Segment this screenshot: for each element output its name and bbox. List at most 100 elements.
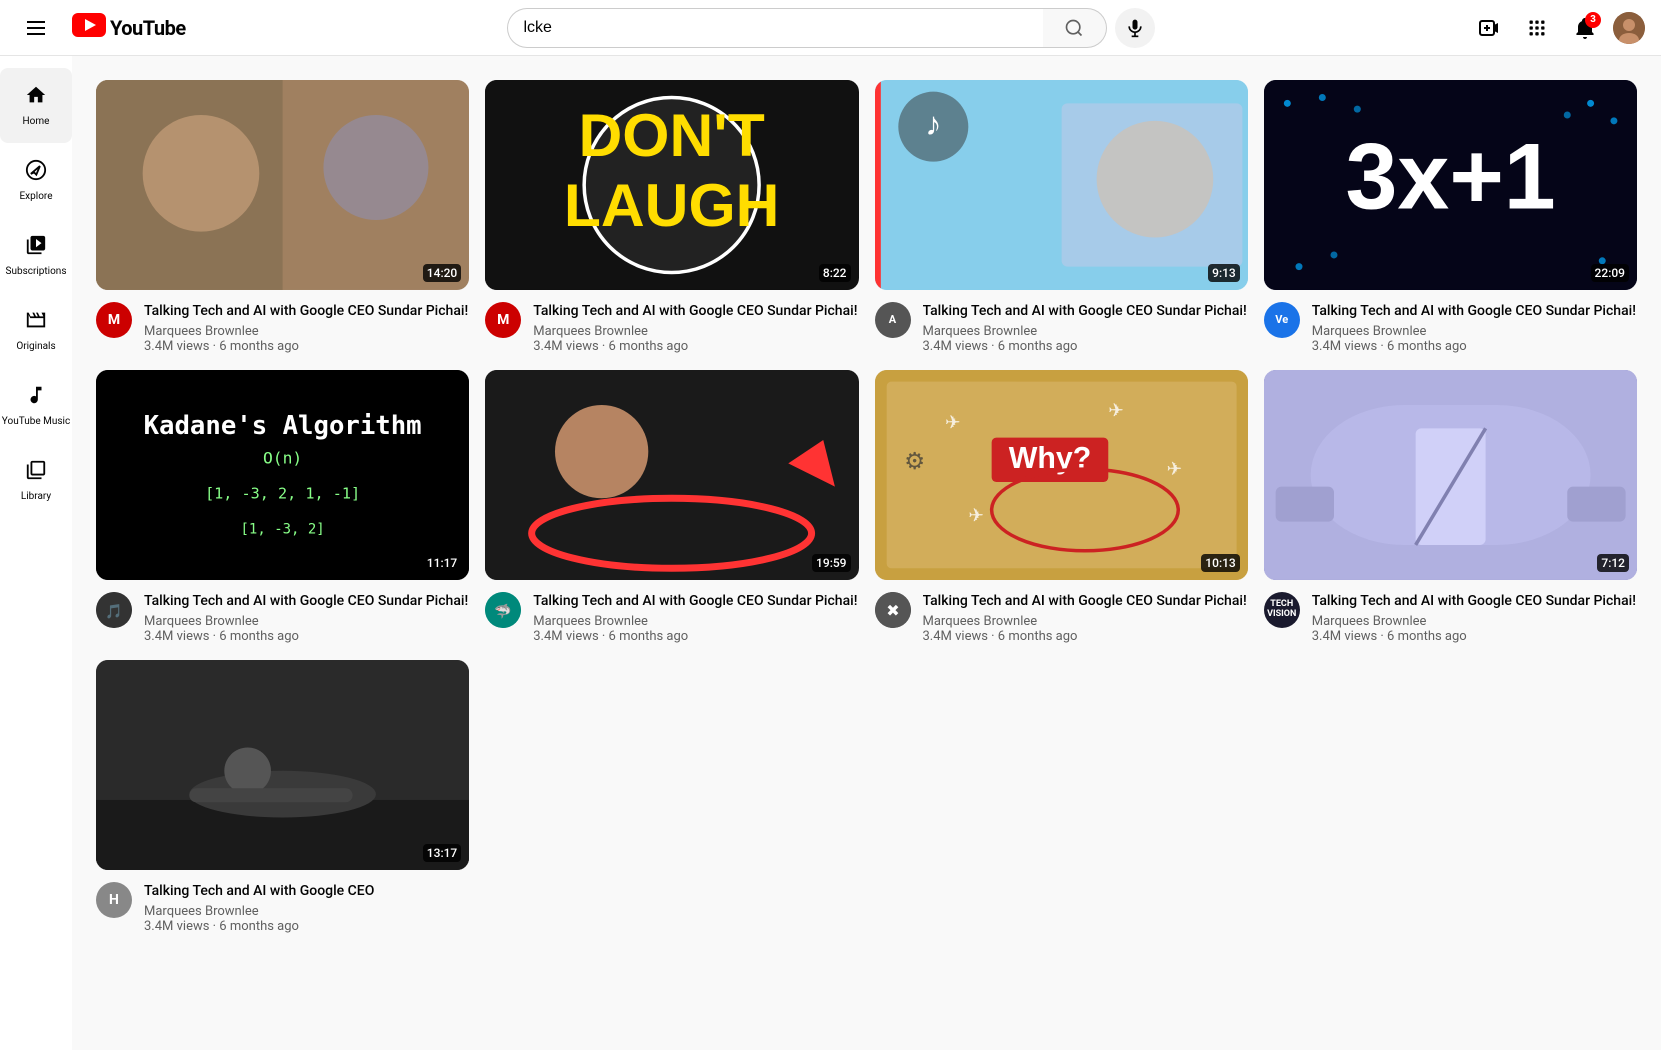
video-title-5: Talking Tech and AI with Google CEO Sund…: [144, 592, 469, 610]
video-stats-4: 3.4M views · 6 months ago: [1312, 339, 1637, 354]
sidebar-item-library[interactable]: Library: [0, 443, 72, 518]
mic-button[interactable]: [1115, 8, 1155, 48]
video-meta-5: Talking Tech and AI with Google CEO Sund…: [144, 592, 469, 644]
video-stats-5: 3.4M views · 6 months ago: [144, 629, 469, 644]
channel-avatar-5: 🎵: [96, 592, 132, 628]
header: YouTube: [0, 0, 1661, 56]
video-card-4[interactable]: 3x+1 22:09: [1264, 80, 1637, 354]
channel-avatar-4: Ve: [1264, 302, 1300, 338]
svg-text:♪: ♪: [925, 105, 941, 143]
video-meta-6: Talking Tech and AI with Google CEO Sund…: [533, 592, 858, 644]
video-info-6: 🦈 Talking Tech and AI with Google CEO Su…: [485, 592, 858, 644]
video-title-6: Talking Tech and AI with Google CEO Sund…: [533, 592, 858, 610]
video-stats-8: 3.4M views · 6 months ago: [1312, 629, 1637, 644]
svg-text:O(n): O(n): [263, 448, 302, 467]
channel-name-6: Marquees Brownlee: [533, 614, 858, 629]
apps-button[interactable]: [1517, 8, 1557, 48]
sidebar-item-subscriptions[interactable]: Subscriptions: [0, 218, 72, 293]
sidebar-subscriptions-label: Subscriptions: [6, 266, 67, 277]
video-info-1: M Talking Tech and AI with Google CEO Su…: [96, 302, 469, 354]
video-grid: 14:20 M Talking Tech and AI with Google …: [96, 80, 1637, 934]
svg-text:[1, -3, 2, 1, -1]: [1, -3, 2, 1, -1]: [205, 484, 360, 502]
video-card-6[interactable]: 19:59 🦈 Talking Tech and AI with Google …: [485, 370, 858, 644]
video-meta-4: Talking Tech and AI with Google CEO Sund…: [1312, 302, 1637, 354]
svg-text:✈: ✈: [1166, 458, 1182, 480]
sidebar-item-explore[interactable]: Explore: [0, 143, 72, 218]
channel-avatar-9: H: [96, 882, 132, 918]
video-meta-7: Talking Tech and AI with Google CEO Sund…: [923, 592, 1248, 644]
channel-name-4: Marquees Brownlee: [1312, 324, 1637, 339]
sidebar-item-originals[interactable]: Originals: [0, 293, 72, 368]
thumbnail-1: 14:20: [96, 80, 469, 290]
channel-name-7: Marquees Brownlee: [923, 614, 1248, 629]
video-meta-1: Talking Tech and AI with Google CEO Sund…: [144, 302, 469, 354]
video-title-4: Talking Tech and AI with Google CEO Sund…: [1312, 302, 1637, 320]
thumbnail-8: 7:12: [1264, 370, 1637, 580]
home-icon: [25, 84, 47, 112]
video-info-4: Ve Talking Tech and AI with Google CEO S…: [1264, 302, 1637, 354]
svg-text:🎵: 🎵: [105, 603, 122, 620]
video-title-3: Talking Tech and AI with Google CEO Sund…: [923, 302, 1248, 320]
svg-text:[1, -3, 2]: [1, -3, 2]: [241, 521, 325, 537]
video-card-1[interactable]: 14:20 M Talking Tech and AI with Google …: [96, 80, 469, 354]
svg-text:3x+1: 3x+1: [1345, 124, 1555, 228]
user-avatar[interactable]: [1613, 12, 1645, 44]
video-title-8: Talking Tech and AI with Google CEO Sund…: [1312, 592, 1637, 610]
svg-text:✈: ✈: [968, 505, 984, 527]
svg-text:⚙: ⚙: [904, 447, 925, 475]
youtube-logo[interactable]: YouTube: [72, 13, 186, 43]
library-icon: [25, 459, 47, 487]
channel-name-9: Marquees Brownlee: [144, 904, 469, 919]
video-title-2: Talking Tech and AI with Google CEO Sund…: [533, 302, 858, 320]
layout: Home Explore Subscriptions: [0, 56, 1661, 958]
video-card-9[interactable]: 13:17 H Talking Tech and AI with Google …: [96, 660, 469, 934]
video-stats-7: 3.4M views · 6 months ago: [923, 629, 1248, 644]
channel-name-1: Marquees Brownlee: [144, 324, 469, 339]
svg-text:🦈: 🦈: [495, 603, 512, 620]
subscriptions-icon: [25, 234, 47, 262]
sidebar-item-home[interactable]: Home: [0, 68, 72, 143]
video-stats-1: 3.4M views · 6 months ago: [144, 339, 469, 354]
video-card-3[interactable]: ♪ 9:13 A Talking Tech and AI with Google…: [875, 80, 1248, 354]
video-card-8[interactable]: 7:12 TECHVISION Talking Tech and AI with…: [1264, 370, 1637, 644]
video-card-5[interactable]: Kadane's Algorithm O(n) [1, -3, 2, 1, -1…: [96, 370, 469, 644]
channel-avatar-2: M: [485, 302, 521, 338]
video-stats-6: 3.4M views · 6 months ago: [533, 629, 858, 644]
thumbnail-3: ♪ 9:13: [875, 80, 1248, 290]
video-stats-9: 3.4M views · 6 months ago: [144, 919, 469, 934]
video-card-2[interactable]: DON'T LAUGH 8:22 M Talking Tech and AI w…: [485, 80, 858, 354]
video-title-7: Talking Tech and AI with Google CEO Sund…: [923, 592, 1248, 610]
svg-text:DON'T: DON'T: [579, 101, 765, 169]
video-meta-2: Talking Tech and AI with Google CEO Sund…: [533, 302, 858, 354]
sidebar-library-label: Library: [21, 491, 51, 502]
svg-text:✈: ✈: [1108, 400, 1124, 422]
video-card-7[interactable]: Why? Why? ✈ ✈ ✈ ✈ ⚙ 10:13: [875, 370, 1248, 644]
sidebar-home-label: Home: [23, 116, 50, 127]
sidebar-item-youtube-music[interactable]: YouTube Music: [0, 368, 72, 443]
video-info-8: TECHVISION Talking Tech and AI with Goog…: [1264, 592, 1637, 644]
thumbnail-7: Why? Why? ✈ ✈ ✈ ✈ ⚙ 10:13: [875, 370, 1248, 580]
header-center: [216, 8, 1445, 48]
youtube-icon: [72, 13, 106, 43]
youtube-wordmark: YouTube: [110, 16, 186, 40]
sidebar-explore-label: Explore: [20, 191, 53, 202]
svg-text:Kadane's Algorithm: Kadane's Algorithm: [144, 411, 422, 441]
svg-text:✖: ✖: [886, 601, 899, 620]
channel-avatar-8: TECHVISION: [1264, 592, 1300, 628]
video-stats-2: 3.4M views · 6 months ago: [533, 339, 858, 354]
sidebar: Home Explore Subscriptions: [0, 56, 72, 1050]
explore-icon: [25, 159, 47, 187]
duration-9: 13:17: [423, 844, 461, 862]
search-button[interactable]: [1043, 8, 1107, 48]
header-right: 3: [1445, 8, 1645, 48]
sidebar-originals-label: Originals: [16, 341, 55, 352]
search-input[interactable]: [507, 8, 1043, 48]
duration-3: 9:13: [1208, 264, 1240, 282]
create-button[interactable]: [1469, 8, 1509, 48]
channel-name-2: Marquees Brownlee: [533, 324, 858, 339]
video-info-7: ✖ Talking Tech and AI with Google CEO Su…: [875, 592, 1248, 644]
hamburger-button[interactable]: [16, 8, 56, 48]
video-info-2: M Talking Tech and AI with Google CEO Su…: [485, 302, 858, 354]
video-title-9: Talking Tech and AI with Google CEO: [144, 882, 469, 900]
notifications-button[interactable]: 3: [1565, 8, 1605, 48]
